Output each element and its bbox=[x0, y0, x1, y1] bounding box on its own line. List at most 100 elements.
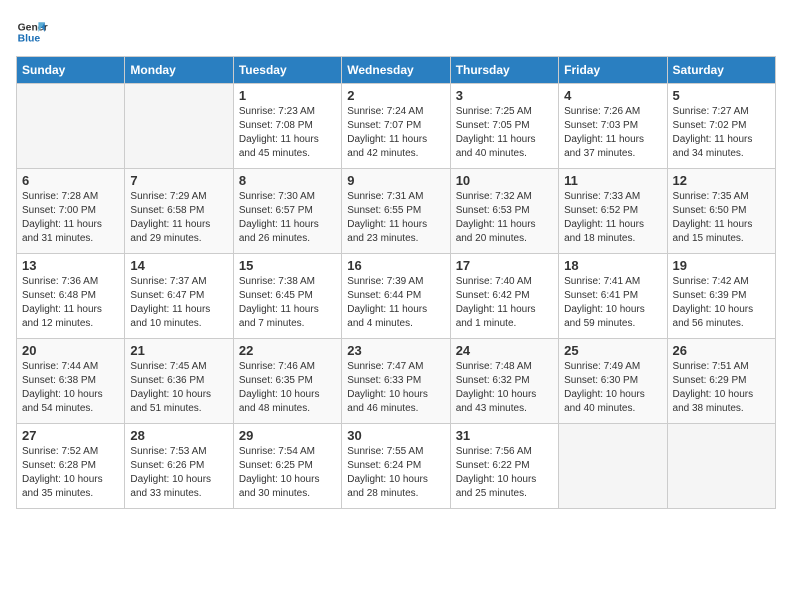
day-number: 8 bbox=[239, 173, 336, 188]
calendar-table: SundayMondayTuesdayWednesdayThursdayFrid… bbox=[16, 56, 776, 509]
column-header-tuesday: Tuesday bbox=[233, 57, 341, 84]
day-number: 7 bbox=[130, 173, 227, 188]
calendar-week-row: 20 Sunrise: 7:44 AMSunset: 6:38 PMDayligh… bbox=[17, 339, 776, 424]
day-number: 12 bbox=[673, 173, 770, 188]
day-info: Sunrise: 7:33 AMSunset: 6:52 PMDaylight:… bbox=[564, 190, 661, 246]
column-header-friday: Friday bbox=[559, 57, 667, 84]
day-info: Sunrise: 7:32 AMSunset: 6:53 PMDaylight:… bbox=[456, 190, 553, 246]
day-info: Sunrise: 7:24 AMSunset: 7:07 PMDaylight:… bbox=[347, 105, 444, 161]
calendar-week-row: 6 Sunrise: 7:28 AMSunset: 7:00 PMDaylight… bbox=[17, 169, 776, 254]
day-number: 18 bbox=[564, 258, 661, 273]
page-header: General Blue bbox=[16, 16, 776, 48]
day-number: 10 bbox=[456, 173, 553, 188]
calendar-cell: 26 Sunrise: 7:51 AMSunset: 6:29 PMDayligh… bbox=[667, 339, 775, 424]
day-info: Sunrise: 7:31 AMSunset: 6:55 PMDaylight:… bbox=[347, 190, 444, 246]
day-number: 26 bbox=[673, 343, 770, 358]
day-info: Sunrise: 7:49 AMSunset: 6:30 PMDaylight:… bbox=[564, 360, 661, 416]
day-info: Sunrise: 7:38 AMSunset: 6:45 PMDaylight:… bbox=[239, 275, 336, 331]
calendar-cell: 22Sunrise: 7:46 AMSunset: 6:35 PMDayligh… bbox=[233, 339, 341, 424]
calendar-cell: 19 Sunrise: 7:42 AMSunset: 6:39 PMDayligh… bbox=[667, 254, 775, 339]
calendar-cell: 2 Sunrise: 7:24 AMSunset: 7:07 PMDaylight… bbox=[342, 84, 450, 169]
calendar-cell: 8 Sunrise: 7:30 AMSunset: 6:57 PMDaylight… bbox=[233, 169, 341, 254]
calendar-week-row: 13Sunrise: 7:36 AMSunset: 6:48 PMDayligh… bbox=[17, 254, 776, 339]
day-number: 2 bbox=[347, 88, 444, 103]
calendar-cell: 16 Sunrise: 7:39 AMSunset: 6:44 PMDayligh… bbox=[342, 254, 450, 339]
calendar-cell: 6 Sunrise: 7:28 AMSunset: 7:00 PMDaylight… bbox=[17, 169, 125, 254]
day-info: Sunrise: 7:26 AMSunset: 7:03 PMDaylight:… bbox=[564, 105, 661, 161]
calendar-cell: 1 Sunrise: 7:23 AMSunset: 7:08 PMDaylight… bbox=[233, 84, 341, 169]
calendar-cell: 25 Sunrise: 7:49 AMSunset: 6:30 PMDayligh… bbox=[559, 339, 667, 424]
day-info: Sunrise: 7:25 AMSunset: 7:05 PMDaylight:… bbox=[456, 105, 553, 161]
day-number: 14 bbox=[130, 258, 227, 273]
day-number: 27 bbox=[22, 428, 119, 443]
logo-icon: General Blue bbox=[16, 16, 48, 48]
calendar-cell: 12 Sunrise: 7:35 AMSunset: 6:50 PMDayligh… bbox=[667, 169, 775, 254]
day-info: Sunrise: 7:51 AMSunset: 6:29 PMDaylight:… bbox=[673, 360, 770, 416]
day-info: Sunrise: 7:35 AMSunset: 6:50 PMDaylight:… bbox=[673, 190, 770, 246]
day-info: Sunrise: 7:40 AMSunset: 6:42 PMDaylight:… bbox=[456, 275, 553, 331]
day-number: 17 bbox=[456, 258, 553, 273]
day-info: Sunrise: 7:52 AMSunset: 6:28 PMDaylight:… bbox=[22, 445, 119, 501]
column-header-wednesday: Wednesday bbox=[342, 57, 450, 84]
calendar-cell: 30Sunrise: 7:55 AMSunset: 6:24 PMDayligh… bbox=[342, 424, 450, 509]
day-number: 15 bbox=[239, 258, 336, 273]
day-info: Sunrise: 7:48 AMSunset: 6:32 PMDaylight:… bbox=[456, 360, 553, 416]
calendar-cell: 13Sunrise: 7:36 AMSunset: 6:48 PMDayligh… bbox=[17, 254, 125, 339]
calendar-cell bbox=[17, 84, 125, 169]
day-info: Sunrise: 7:23 AMSunset: 7:08 PMDaylight:… bbox=[239, 105, 336, 161]
day-info: Sunrise: 7:56 AMSunset: 6:22 PMDaylight:… bbox=[456, 445, 553, 501]
day-number: 4 bbox=[564, 88, 661, 103]
day-number: 29 bbox=[239, 428, 336, 443]
day-number: 9 bbox=[347, 173, 444, 188]
day-info: Sunrise: 7:42 AMSunset: 6:39 PMDaylight:… bbox=[673, 275, 770, 331]
calendar-cell: 28 Sunrise: 7:53 AMSunset: 6:26 PMDayligh… bbox=[125, 424, 233, 509]
day-number: 1 bbox=[239, 88, 336, 103]
calendar-cell bbox=[667, 424, 775, 509]
day-number: 11 bbox=[564, 173, 661, 188]
day-info: Sunrise: 7:39 AMSunset: 6:44 PMDaylight:… bbox=[347, 275, 444, 331]
calendar-cell: 7 Sunrise: 7:29 AMSunset: 6:58 PMDaylight… bbox=[125, 169, 233, 254]
day-info: Sunrise: 7:30 AMSunset: 6:57 PMDaylight:… bbox=[239, 190, 336, 246]
day-number: 23 bbox=[347, 343, 444, 358]
calendar-cell: 9 Sunrise: 7:31 AMSunset: 6:55 PMDaylight… bbox=[342, 169, 450, 254]
day-number: 5 bbox=[673, 88, 770, 103]
day-number: 20 bbox=[22, 343, 119, 358]
column-header-sunday: Sunday bbox=[17, 57, 125, 84]
day-info: Sunrise: 7:47 AMSunset: 6:33 PMDaylight:… bbox=[347, 360, 444, 416]
calendar-cell: 5 Sunrise: 7:27 AMSunset: 7:02 PMDaylight… bbox=[667, 84, 775, 169]
day-number: 28 bbox=[130, 428, 227, 443]
day-number: 3 bbox=[456, 88, 553, 103]
calendar-cell: 29 Sunrise: 7:54 AMSunset: 6:25 PMDayligh… bbox=[233, 424, 341, 509]
day-number: 22 bbox=[239, 343, 336, 358]
day-number: 16 bbox=[347, 258, 444, 273]
day-info: Sunrise: 7:41 AMSunset: 6:41 PMDaylight:… bbox=[564, 275, 661, 331]
calendar-cell: 23 Sunrise: 7:47 AMSunset: 6:33 PMDayligh… bbox=[342, 339, 450, 424]
calendar-cell: 31 Sunrise: 7:56 AMSunset: 6:22 PMDayligh… bbox=[450, 424, 558, 509]
day-number: 25 bbox=[564, 343, 661, 358]
logo: General Blue bbox=[16, 16, 44, 48]
day-info: Sunrise: 7:44 AMSunset: 6:38 PMDaylight:… bbox=[22, 360, 119, 416]
day-number: 21 bbox=[130, 343, 227, 358]
calendar-cell: 27 Sunrise: 7:52 AMSunset: 6:28 PMDayligh… bbox=[17, 424, 125, 509]
calendar-week-row: 1 Sunrise: 7:23 AMSunset: 7:08 PMDaylight… bbox=[17, 84, 776, 169]
day-info: Sunrise: 7:27 AMSunset: 7:02 PMDaylight:… bbox=[673, 105, 770, 161]
day-info: Sunrise: 7:53 AMSunset: 6:26 PMDaylight:… bbox=[130, 445, 227, 501]
day-info: Sunrise: 7:55 AMSunset: 6:24 PMDaylight:… bbox=[347, 445, 444, 501]
calendar-cell: 4 Sunrise: 7:26 AMSunset: 7:03 PMDaylight… bbox=[559, 84, 667, 169]
day-info: Sunrise: 7:54 AMSunset: 6:25 PMDaylight:… bbox=[239, 445, 336, 501]
day-info: Sunrise: 7:28 AMSunset: 7:00 PMDaylight:… bbox=[22, 190, 119, 246]
calendar-cell: 3 Sunrise: 7:25 AMSunset: 7:05 PMDaylight… bbox=[450, 84, 558, 169]
column-header-saturday: Saturday bbox=[667, 57, 775, 84]
day-number: 6 bbox=[22, 173, 119, 188]
calendar-week-row: 27 Sunrise: 7:52 AMSunset: 6:28 PMDayligh… bbox=[17, 424, 776, 509]
day-number: 19 bbox=[673, 258, 770, 273]
day-info: Sunrise: 7:36 AMSunset: 6:48 PMDaylight:… bbox=[22, 275, 119, 331]
calendar-cell: 24Sunrise: 7:48 AMSunset: 6:32 PMDayligh… bbox=[450, 339, 558, 424]
day-info: Sunrise: 7:29 AMSunset: 6:58 PMDaylight:… bbox=[130, 190, 227, 246]
day-number: 31 bbox=[456, 428, 553, 443]
calendar-cell: 18 Sunrise: 7:41 AMSunset: 6:41 PMDayligh… bbox=[559, 254, 667, 339]
calendar-cell: 14Sunrise: 7:37 AMSunset: 6:47 PMDayligh… bbox=[125, 254, 233, 339]
column-header-monday: Monday bbox=[125, 57, 233, 84]
calendar-cell: 17 Sunrise: 7:40 AMSunset: 6:42 PMDayligh… bbox=[450, 254, 558, 339]
svg-text:Blue: Blue bbox=[18, 34, 41, 45]
